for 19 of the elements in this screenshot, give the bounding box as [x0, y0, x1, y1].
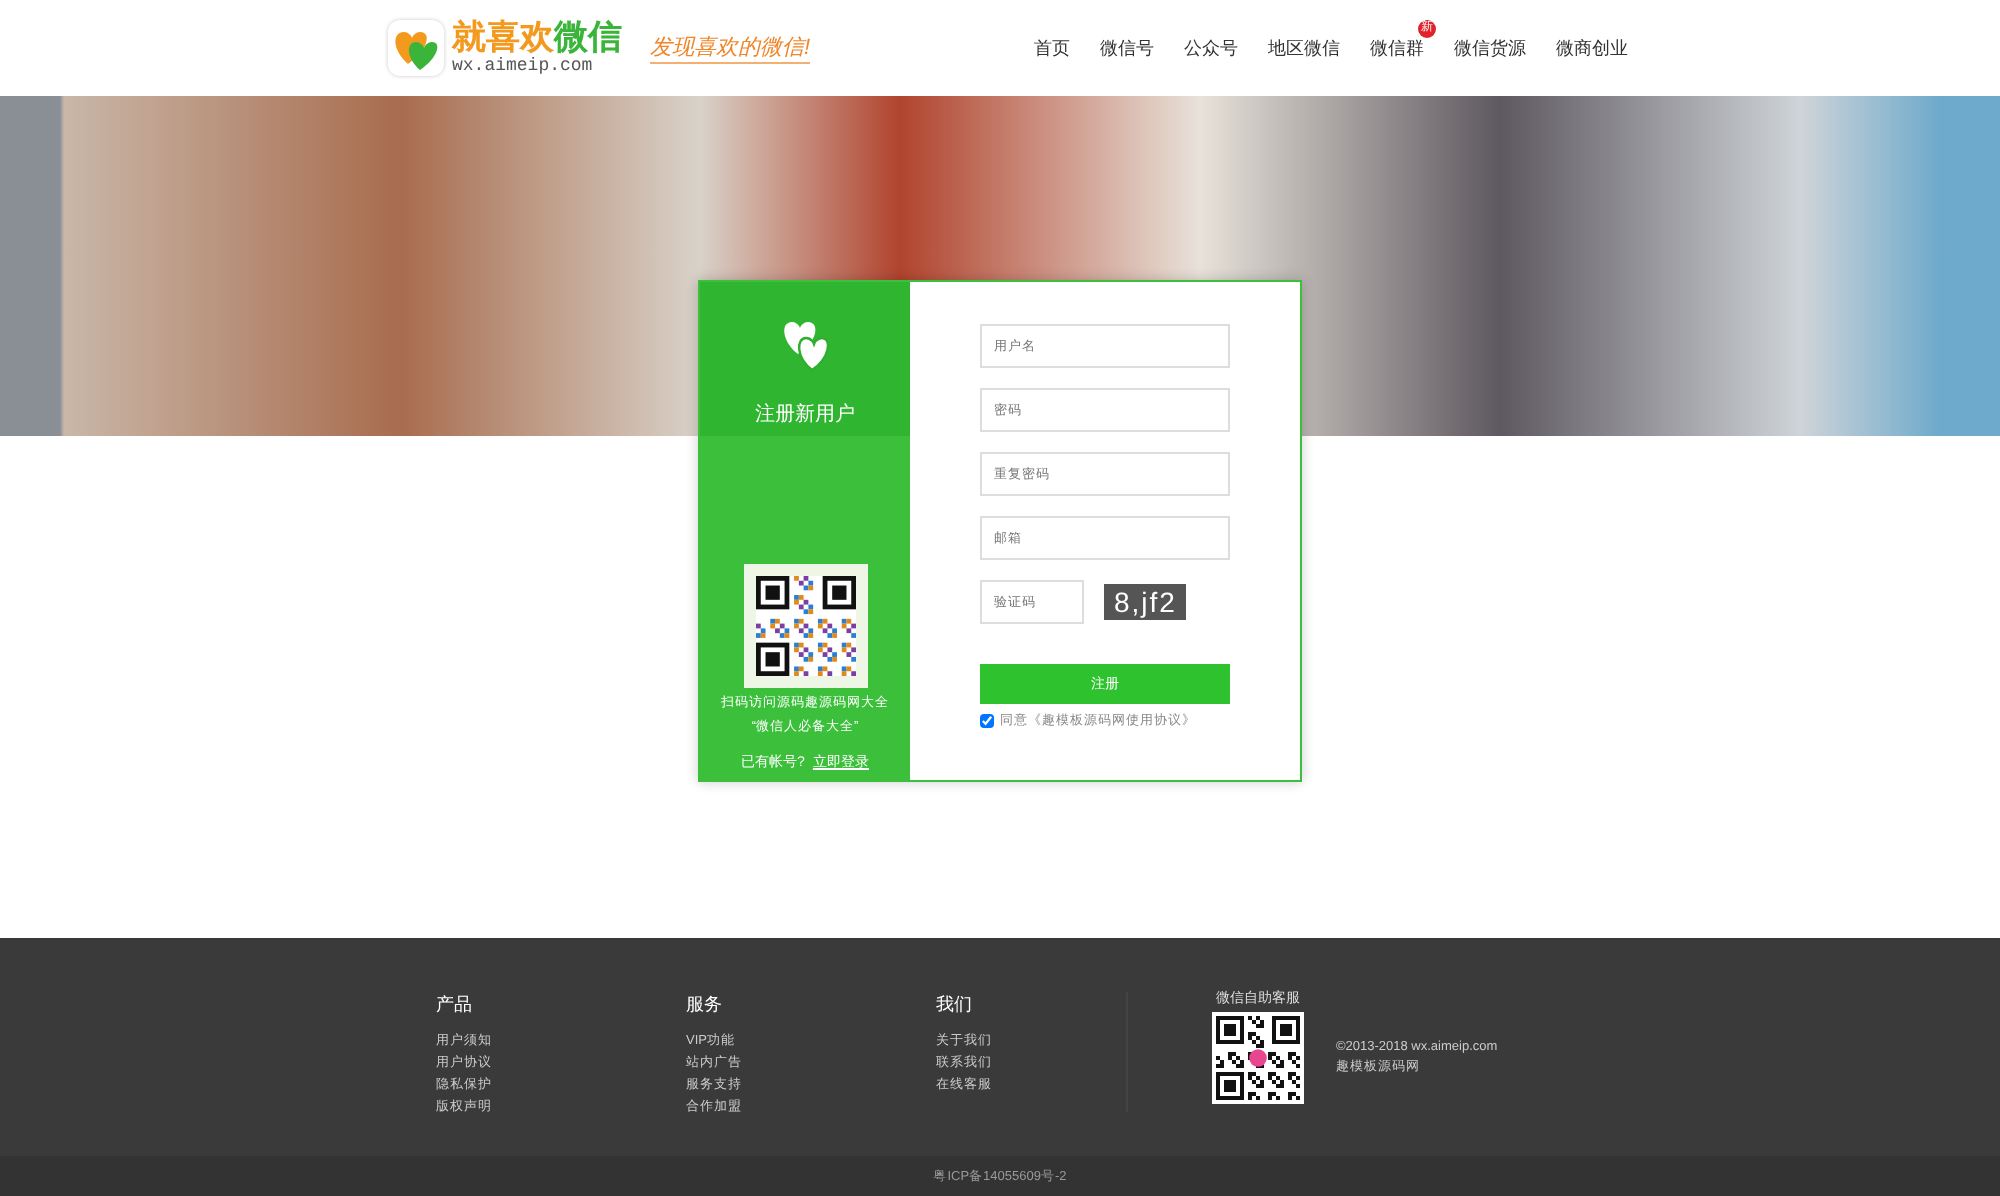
nav-link[interactable]: 微商创业 — [1556, 35, 1628, 61]
register-title: 注册新用户 — [755, 401, 855, 428]
qr-code-image — [743, 564, 867, 688]
nav-link[interactable]: 微信群 — [1370, 37, 1424, 57]
footer-heading: 产品 — [436, 992, 474, 1018]
nav-link[interactable]: 首页 — [1034, 35, 1070, 61]
slogan-text: 发现喜欢的微信! — [650, 32, 811, 64]
logo-title: 就喜欢微信 — [452, 20, 622, 56]
footer-heading: 服务 — [686, 992, 724, 1018]
agree-checkbox[interactable] — [980, 714, 994, 728]
nav-link[interactable]: 地区微信 — [1268, 35, 1340, 61]
logo-domain: wx.aimeip.com — [452, 56, 595, 76]
footer-heading: 我们 — [936, 992, 974, 1018]
nav-link[interactable]: 公众号 — [1184, 35, 1238, 61]
captcha-image[interactable]: 8,jf2 — [1104, 584, 1187, 620]
qr-code-image — [1212, 1012, 1304, 1104]
nav-link[interactable]: 微信号 — [1100, 35, 1154, 61]
nav-link[interactable]: 微信货源 — [1454, 35, 1526, 61]
hearts-logo-icon — [388, 20, 444, 76]
